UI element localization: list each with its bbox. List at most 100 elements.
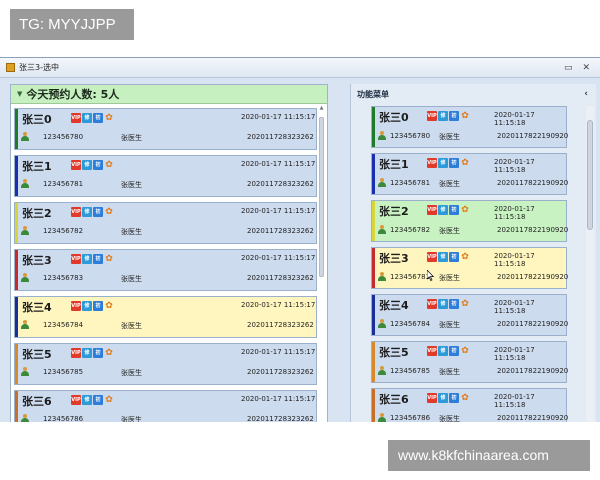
edit-badge-icon[interactable]: 修 [438,205,448,215]
vip-badge-icon[interactable]: VIP [427,393,437,403]
flower-badge-icon[interactable]: ✿ [460,346,470,356]
edit-badge-icon[interactable]: 修 [82,113,92,123]
appointment-list-header[interactable]: ▼ 今天预约人数: 5人 [11,85,327,104]
first-visit-badge-icon[interactable]: 初 [449,111,459,121]
edit-badge-icon[interactable]: 修 [82,160,92,170]
vip-badge-icon[interactable]: VIP [71,395,81,405]
patient-phone: 123456784 [43,321,84,329]
scroll-thumb[interactable] [587,120,593,230]
flower-badge-icon[interactable]: ✿ [460,299,470,309]
patient-avatar-icon [377,319,387,329]
first-visit-badge-icon[interactable]: 初 [93,160,103,170]
appointment-card[interactable]: 张三6 VIP 修初 ✿ 2020-01-17 11:15:17 123456786 张医生… [14,390,317,422]
first-visit-badge-icon[interactable]: 初 [93,301,103,311]
appointment-card[interactable]: 张三4 VIP 修初 ✿ 2020-01-17 11:15:17 123456784 张医生… [14,296,317,338]
first-visit-badge-icon[interactable]: 初 [93,113,103,123]
vip-badge-icon[interactable]: VIP [427,111,437,121]
first-visit-badge-icon[interactable]: 初 [449,158,459,168]
appointment-code: 202011728323262 [247,415,314,422]
flower-badge-icon[interactable]: ✿ [104,395,114,405]
appointment-time: 2020-01-17 11:15:17 [241,348,316,356]
appointment-card[interactable]: 张三0 VIP 修初 ✿ 2020-01-17 11:15:17 123456780 张医生… [14,108,317,150]
edit-badge-icon[interactable]: 修 [438,393,448,403]
collapse-panel-icon[interactable]: ‹ [584,89,588,99]
right-scrollbar[interactable] [586,106,594,422]
flower-badge-icon[interactable]: ✿ [460,111,470,121]
flower-badge-icon[interactable]: ✿ [460,158,470,168]
appointment-card[interactable]: 张三1 VIP 修初 ✿ 2020-01-17 11:15:17 123456781 张医生… [14,155,317,197]
appointment-card[interactable]: 张三2 VIP 修初 ✿ 2020-01-17 11:15:18 123456782 张医生… [371,200,568,242]
appointment-card[interactable]: 张三5 VIP 修初 ✿ 2020-01-17 11:15:17 123456785 张医生… [14,343,317,385]
vip-badge-icon[interactable]: VIP [71,301,81,311]
collapse-caret-icon[interactable]: ▼ [17,90,22,98]
vip-badge-icon[interactable]: VIP [427,346,437,356]
vip-badge-icon[interactable]: VIP [71,348,81,358]
appointment-card[interactable]: 张三3 VIP 修初 ✿ 2020-01-17 11:15:18 123456783 张医生… [371,247,568,289]
patient-avatar-icon [20,226,30,236]
edit-badge-icon[interactable]: 修 [438,346,448,356]
edit-badge-icon[interactable]: 修 [438,252,448,262]
close-icon[interactable]: ✕ [582,63,590,73]
edit-badge-icon[interactable]: 修 [82,301,92,311]
flower-badge-icon[interactable]: ✿ [104,113,114,123]
edit-badge-icon[interactable]: 修 [82,207,92,217]
appointment-code: 2020117822190920 [497,414,569,422]
edit-badge-icon[interactable]: 修 [82,395,92,405]
appointment-card[interactable]: 张三1 VIP 修初 ✿ 2020-01-17 11:15:18 123456781 张医生… [371,153,568,195]
appointment-time: 2020-01-17 11:15:17 [241,254,316,262]
patient-avatar-icon [377,272,387,282]
appointment-code: 2020117822190920 [497,132,569,140]
appointment-card[interactable]: 张三2 VIP 修初 ✿ 2020-01-17 11:15:17 123456782 张医生… [14,202,317,244]
flower-badge-icon[interactable]: ✿ [104,348,114,358]
appointment-time: 2020-01-17 11:15:17 [241,301,316,309]
first-visit-badge-icon[interactable]: 初 [449,299,459,309]
vip-badge-icon[interactable]: VIP [71,160,81,170]
badge-group: VIP 修初 ✿ [427,158,470,168]
vip-badge-icon[interactable]: VIP [427,158,437,168]
edit-badge-icon[interactable]: 修 [438,299,448,309]
first-visit-badge-icon[interactable]: 初 [93,254,103,264]
flower-badge-icon[interactable]: ✿ [460,393,470,403]
first-visit-badge-icon[interactable]: 初 [449,346,459,356]
patient-name: 张三1 [22,160,52,173]
first-visit-badge-icon[interactable]: 初 [449,252,459,262]
edit-badge-icon[interactable]: 修 [82,254,92,264]
scroll-thumb[interactable] [319,117,324,277]
appointment-card[interactable]: 张三5 VIP 修初 ✿ 2020-01-17 11:15:18 123456785 张医生… [371,341,568,383]
vip-badge-icon[interactable]: VIP [427,205,437,215]
patient-name: 张三2 [379,205,409,218]
edit-badge-icon[interactable]: 修 [82,348,92,358]
scroll-up-icon[interactable]: ▲ [318,105,325,112]
appointment-card[interactable]: 张三4 VIP 修初 ✿ 2020-01-17 11:15:18 123456784 张医生… [371,294,568,336]
flower-badge-icon[interactable]: ✿ [460,252,470,262]
flower-badge-icon[interactable]: ✿ [104,301,114,311]
first-visit-badge-icon[interactable]: 初 [93,348,103,358]
patient-name: 张三3 [22,254,52,267]
edit-badge-icon[interactable]: 修 [438,111,448,121]
patient-phone: 123456782 [43,227,84,235]
appointment-time: 2020-01-17 11:15:17 [241,207,316,215]
first-visit-badge-icon[interactable]: 初 [93,395,103,405]
vip-badge-icon[interactable]: VIP [71,254,81,264]
doctor-name: 张医生 [121,181,142,189]
first-visit-badge-icon[interactable]: 初 [449,393,459,403]
restore-icon[interactable]: ▭ [564,63,573,73]
vip-badge-icon[interactable]: VIP [427,299,437,309]
edit-badge-icon[interactable]: 修 [438,158,448,168]
first-visit-badge-icon[interactable]: 初 [93,207,103,217]
first-visit-badge-icon[interactable]: 初 [449,205,459,215]
appointment-card[interactable]: 张三3 VIP 修初 ✿ 2020-01-17 11:15:17 123456783 张医生… [14,249,317,291]
flower-badge-icon[interactable]: ✿ [104,254,114,264]
badge-group: VIP 修初 ✿ [427,393,470,403]
doctor-name: 张医生 [121,275,142,283]
appointment-time: 2020-01-17 11:15:18 [494,346,535,362]
vip-badge-icon[interactable]: VIP [71,113,81,123]
vip-badge-icon[interactable]: VIP [71,207,81,217]
left-scrollbar[interactable]: ▲ [318,105,325,422]
flower-badge-icon[interactable]: ✿ [104,207,114,217]
appointment-card[interactable]: 张三6 VIP 修初 ✿ 2020-01-17 11:15:18 123456786 张医生… [371,388,569,422]
vip-badge-icon[interactable]: VIP [427,252,437,262]
flower-badge-icon[interactable]: ✿ [104,160,114,170]
appointment-card[interactable]: 张三0 VIP 修初 ✿ 2020-01-17 11:15:18 123456780 张医生… [371,106,569,148]
flower-badge-icon[interactable]: ✿ [460,205,470,215]
